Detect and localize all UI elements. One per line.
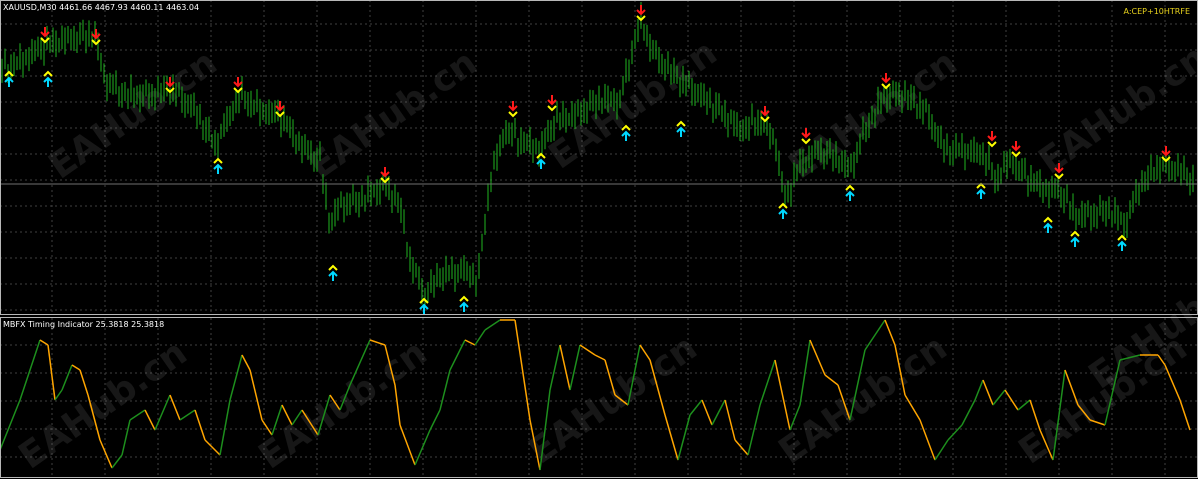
mbfx-line-segment xyxy=(154,394,171,431)
mbfx-line-segment xyxy=(204,439,221,456)
mbfx-line-segment xyxy=(179,409,196,421)
mbfx-line-segment xyxy=(711,399,726,426)
mbfx-line-segment xyxy=(399,424,416,466)
mbfx-line-segment xyxy=(369,339,386,346)
mbfx-line-segment xyxy=(229,354,243,401)
watermark-text: EAHub.cn xyxy=(772,327,955,472)
mbfx-line-segment xyxy=(39,339,49,346)
up-arrow-icon xyxy=(976,182,986,199)
up-arrow-icon xyxy=(419,297,429,314)
watermark-text: EAHub.cn xyxy=(252,332,435,477)
mbfx-line-segment xyxy=(169,394,181,421)
down-arrow-icon xyxy=(547,95,557,112)
up-arrow-icon xyxy=(43,70,53,87)
mbfx-line-segment xyxy=(982,379,994,406)
mbfx-line-segment xyxy=(121,419,131,456)
mbfx-line-segment xyxy=(484,319,501,331)
mbfx-line-segment xyxy=(514,319,531,421)
mbfx-line-segment xyxy=(559,344,571,391)
mbfx-line-segment xyxy=(71,364,81,371)
down-arrow-icon xyxy=(275,101,285,118)
mbfx-line-segment xyxy=(992,389,1006,406)
mbfx-line-segment xyxy=(1179,399,1191,431)
down-arrow-icon xyxy=(40,27,50,44)
up-arrow-icon xyxy=(1043,216,1053,233)
up-arrow-icon xyxy=(213,157,223,174)
mbfx-line-segment xyxy=(54,389,63,401)
watermark-text: EAHub.cn xyxy=(542,32,725,177)
mbfx-line-segment xyxy=(464,339,476,346)
mbfx-line-segment xyxy=(919,419,936,461)
up-arrow-icon xyxy=(1070,230,1080,247)
mbfx-line-segment xyxy=(129,409,146,421)
up-arrow-icon xyxy=(1117,234,1127,251)
mbfx-line-segment xyxy=(144,409,156,431)
mbfx-line-segment xyxy=(961,399,976,426)
watermark-text: EAHub.cn xyxy=(1032,37,1198,182)
mbfx-line-segment xyxy=(747,404,761,456)
mbfx-line-segment xyxy=(724,399,736,441)
mbfx-line-segment xyxy=(759,359,776,406)
mbfx-line-segment xyxy=(79,369,89,396)
mbfx-line-segment xyxy=(449,339,466,371)
down-arrow-icon xyxy=(91,29,101,46)
mbfx-line-segment xyxy=(974,379,984,401)
mbfx-line-segment xyxy=(664,414,679,461)
mbfx-line-segment xyxy=(947,424,963,441)
mbfx-line-segment xyxy=(824,374,839,386)
mbfx-line-segment xyxy=(549,344,561,391)
up-arrow-icon xyxy=(536,152,546,169)
mbfx-line-segment xyxy=(884,319,896,346)
chart-canvas[interactable]: EAHub.cn EAHub.cn EAHub.cn EAHub.cn EAHub.cn… xyxy=(0,0,1198,479)
watermark-text: EAHub.cn xyxy=(302,42,485,187)
mbfx-line-segment xyxy=(429,409,441,431)
up-arrow-icon xyxy=(778,202,788,219)
mbfx-line-segment xyxy=(19,339,41,401)
mbfx-line-segment xyxy=(569,344,581,391)
mbfx-line-segment xyxy=(194,409,206,441)
corner-label: A:CEP+10HTRFE xyxy=(1123,7,1191,16)
down-arrow-icon xyxy=(233,77,243,94)
up-arrow-icon xyxy=(845,184,855,201)
down-arrow-icon xyxy=(987,131,997,148)
mbfx-line-segment xyxy=(219,399,231,456)
mbfx-line-segment xyxy=(1004,389,1019,411)
up-arrow-icon xyxy=(4,70,14,87)
mbfx-line-segment xyxy=(439,369,451,411)
mbfx-line-segment xyxy=(594,354,606,361)
mbfx-line-segment xyxy=(701,399,713,426)
up-arrow-icon xyxy=(328,264,338,281)
mbfx-line-segment xyxy=(249,369,263,421)
indicator-title: MBFX Timing Indicator 25.3818 25.3818 xyxy=(3,320,165,329)
up-arrow-icon xyxy=(676,120,686,137)
mbfx-line-segment xyxy=(241,354,251,371)
chart-title: XAUUSD,M30 4461.66 4467.93 4460.11 4463.… xyxy=(3,3,200,12)
watermark-text: EAHub.cn xyxy=(12,332,195,477)
mbfx-line-segment xyxy=(734,439,749,456)
mbfx-line-segment xyxy=(809,339,826,376)
mbfx-line-segment xyxy=(474,329,486,346)
mbfx-line-segment xyxy=(689,399,703,416)
mbfx-line-segment xyxy=(1017,399,1031,411)
mbfx-line-segment xyxy=(61,364,73,391)
mbfx-line-segment xyxy=(99,439,113,469)
down-arrow-icon xyxy=(760,106,770,123)
mbfx-line-segment xyxy=(774,359,791,431)
main-window-border xyxy=(0,0,1198,315)
mbfx-line-segment xyxy=(904,394,921,421)
down-arrow-icon xyxy=(508,101,518,118)
